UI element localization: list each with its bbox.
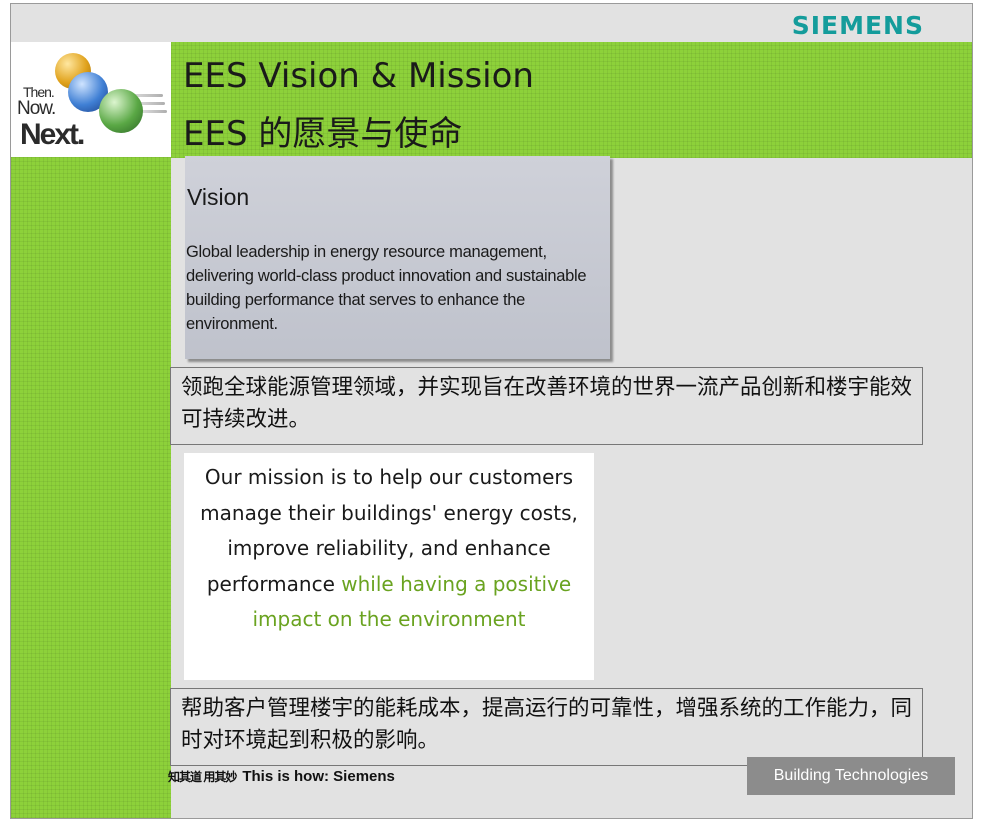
tagline-cn: 知其道 用其妙 — [168, 770, 237, 784]
page-title-cn: EES 的愿景与使命 — [183, 114, 463, 154]
building-technologies-badge: Building Technologies — [747, 757, 955, 795]
title-band: EES Vision & Mission EES 的愿景与使命 — [171, 42, 972, 158]
tagline-en: This is how: Siemens — [242, 768, 395, 785]
vision-cn-box: 领跑全球能源管理领域，并实现旨在改善环境的世界一流产品创新和楼宇能效可持续改进。 — [170, 367, 923, 445]
siemens-logo: SIEMENS — [791, 11, 924, 40]
mission-cn-box: 帮助客户管理楼宇的能耗成本，提高运行的可靠性，增强系统的工作能力，同时对环境起到… — [170, 688, 923, 766]
then-now-next-logo: Then. Now. Next. — [11, 42, 171, 157]
top-bar: SIEMENS — [11, 4, 972, 42]
footer-tagline: 知其道 用其妙 This is how: Siemens — [168, 768, 395, 785]
vision-text: Global leadership in energy resource man… — [186, 243, 587, 333]
page-title-en: EES Vision & Mission — [183, 56, 534, 96]
vision-card: Vision Global leadership in energy resou… — [185, 156, 610, 359]
left-green-strip — [11, 42, 171, 818]
vision-heading: Vision — [187, 184, 250, 210]
mission-card: Our mission is to help our customers man… — [184, 453, 594, 680]
logo-next: Next. — [20, 118, 85, 151]
logo-now: Now. — [17, 98, 56, 119]
green-sphere-icon — [99, 89, 143, 133]
